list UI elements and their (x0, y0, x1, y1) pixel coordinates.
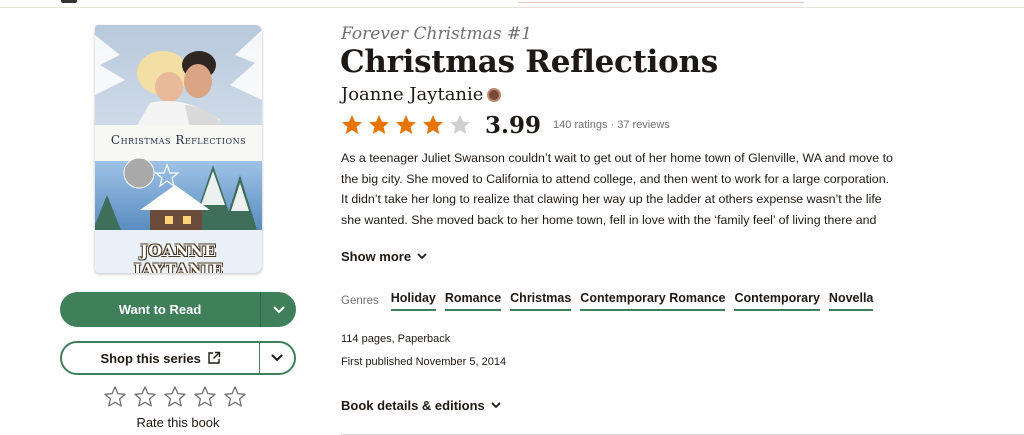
average-rating: 3.99 (485, 111, 542, 139)
genre-link[interactable]: Contemporary (734, 291, 820, 311)
star-outline-icon[interactable] (163, 385, 187, 409)
genre-link[interactable]: Holiday (390, 291, 436, 311)
shop-series-button-group: Shop this series (60, 341, 296, 375)
shelf-dropdown-button[interactable] (261, 292, 296, 327)
chevron-down-icon (417, 253, 427, 260)
book-details-button[interactable]: Book details & editions (341, 398, 501, 413)
show-more-button[interactable]: Show more (341, 249, 427, 264)
book-title: Christmas Reflections (340, 44, 718, 80)
external-link-icon (208, 351, 221, 364)
star-icon (396, 115, 416, 134)
cover-artwork (95, 25, 262, 273)
shop-series-label: Shop this series (100, 350, 201, 366)
book-details-label: Book details & editions (341, 398, 485, 413)
star-icon (342, 115, 362, 134)
genre-link[interactable]: Christmas (510, 291, 572, 311)
show-more-label: Show more (341, 249, 412, 264)
page-count-format: 114 pages, Paperback (341, 333, 451, 345)
genres-label: Genres (341, 295, 379, 307)
shop-series-button[interactable]: Shop this series (62, 343, 259, 373)
search-bar-fragment[interactable] (518, 0, 804, 3)
rate-stars (103, 385, 247, 409)
star-outline-icon (450, 115, 470, 134)
want-to-read-button[interactable]: Want to Read (60, 292, 260, 327)
genres-list: Genres Holiday Romance Christmas Contempora… (341, 291, 874, 311)
average-rating-stars (340, 113, 472, 137)
rating-counts-link[interactable]: 140 ratings · 37 reviews (553, 119, 670, 131)
star-icon (369, 115, 389, 134)
rating-row: 3.99 140 ratings · 37 reviews (340, 111, 670, 139)
star-outline-icon[interactable] (103, 385, 127, 409)
series-link[interactable]: Forever Christmas #1 (341, 24, 532, 44)
cover-author-text: JOANNE JAYTANIE (133, 241, 224, 273)
cover-title-text: Christmas Reflections (110, 133, 247, 147)
goodreads-author-badge-icon (487, 87, 502, 102)
rate-this-book-label: Rate this book (136, 415, 220, 430)
author-link[interactable]: Joanne Jaytanie (341, 84, 483, 105)
chevron-down-icon (491, 402, 501, 409)
header-divider (0, 7, 1024, 8)
site-logo-fragment[interactable] (61, 0, 77, 3)
genre-link[interactable]: Novella (828, 291, 874, 311)
star-outline-icon[interactable] (223, 385, 247, 409)
star-outline-icon[interactable] (133, 385, 157, 409)
want-to-read-button-group: Want to Read (60, 292, 296, 327)
book-description: As a teenager Juliet Swanson couldn’t wa… (341, 151, 893, 227)
book-cover[interactable]: Christmas Reflections JOANNE JAYTANIE (95, 25, 262, 273)
chevron-down-icon (271, 354, 283, 362)
star-icon (423, 115, 443, 134)
genre-link[interactable]: Contemporary Romance (580, 291, 726, 311)
shop-dropdown-button[interactable] (260, 343, 294, 373)
author-row: Joanne Jaytanie (341, 84, 502, 105)
star-outline-icon[interactable] (193, 385, 217, 409)
chevron-down-icon (273, 306, 284, 313)
genre-link[interactable]: Romance (444, 291, 502, 311)
publication-date: First published November 5, 2014 (341, 356, 507, 368)
